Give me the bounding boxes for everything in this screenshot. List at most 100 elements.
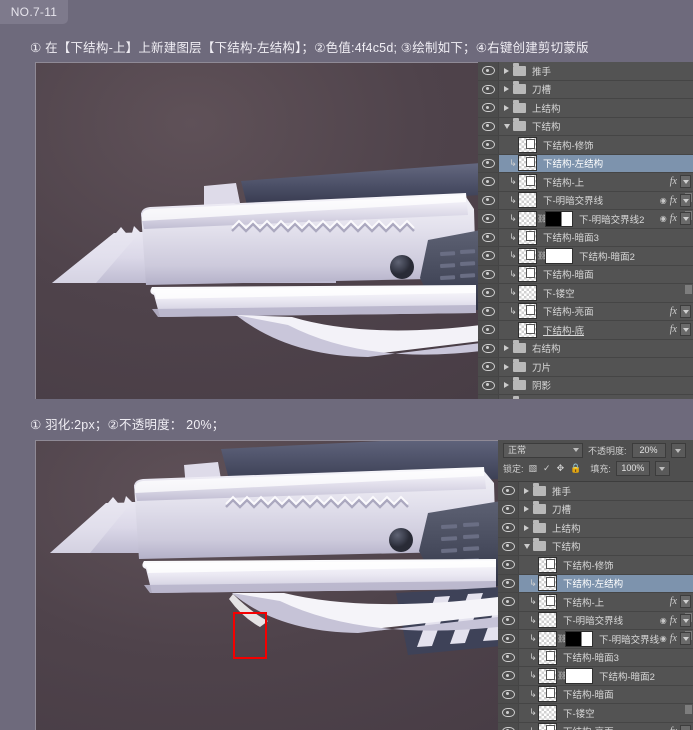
lock-fill-row[interactable]: 锁定: ▧ ✓ ✥ 🔒 填充: 100% [503,461,688,476]
layer-thumbnail[interactable] [538,649,557,666]
layer-row[interactable]: 刀片 [478,358,693,377]
layer-thumbnail[interactable] [538,704,557,721]
all-lock-icon[interactable]: 🔒 [570,463,581,474]
brush-lock-icon[interactable]: ✓ [543,463,551,474]
layer-visibility-toggle[interactable] [498,704,519,722]
fx-icon[interactable]: fx [670,306,677,317]
layer-mask-thumbnail[interactable] [545,247,573,264]
fx-icon[interactable]: fx [670,615,677,626]
effects-expand-caret-icon[interactable] [680,212,691,226]
layer-thumbnail[interactable] [538,612,557,629]
move-lock-icon[interactable]: ✥ [557,463,565,474]
layer-thumbnail[interactable] [518,303,537,320]
layer-visibility-toggle[interactable] [498,722,519,730]
layer-visibility-toggle[interactable] [478,62,499,80]
layer-effects-group[interactable]: fx [670,323,693,337]
layer-thumbnail[interactable] [518,136,537,153]
layer-row[interactable]: 下结构-修饰 [498,556,693,575]
layer-visibility-toggle[interactable] [478,117,499,135]
layer-visibility-toggle[interactable] [478,228,499,246]
layer-visibility-toggle[interactable] [478,191,499,209]
layer-visibility-toggle[interactable] [498,630,519,648]
layer-row[interactable]: ↳ 下结构-暗面 [498,685,693,704]
layer-mask-thumbnail[interactable] [565,630,593,647]
layer-thumbnail[interactable] [538,667,557,684]
effects-expand-caret-icon[interactable] [680,724,691,730]
effects-visibility-icon[interactable]: ◉ [660,196,667,205]
layer-visibility-toggle[interactable] [498,519,519,537]
fx-icon[interactable]: fx [670,324,677,335]
layer-effects-group[interactable]: ◉ fx [660,613,693,627]
fx-icon[interactable]: fx [670,176,677,187]
layer-options-bar[interactable]: 正常 不透明度: 20% 锁定: ▧ ✓ ✥ 🔒 填充: 100% [498,440,693,482]
chevron-right-icon[interactable] [502,382,511,389]
layer-row[interactable]: ↳ 下-明暗交界线 ◉ fx [478,191,693,210]
layers-panel-top[interactable]: 推手 刀槽 上结构 下结构 下结构-修饰 ↳ 下结构-左结构 ↳ 下结构-上 fx ↳ 下-明暗交界线… [478,62,693,399]
mask-link-icon[interactable]: ⛓ [557,671,567,680]
layers-list-bottom[interactable]: 推手 刀槽 上结构 下结构 下结构-修饰 ↳ 下结构-左结构 ↳ 下结构-上 fx ↳ 下-明暗交界线… [498,482,693,730]
layer-thumbnail[interactable] [538,686,557,703]
layer-row[interactable]: ↳ ⛓ 下结构-暗面2 [478,247,693,266]
chevron-right-icon[interactable] [522,506,531,513]
fx-icon[interactable]: fx [670,726,677,730]
layer-row[interactable]: ↳ ⛓ 下-明暗交界线2 ◉ fx [498,630,693,649]
layer-thumbnail[interactable] [518,155,537,172]
layer-effects-group[interactable]: fx [670,595,693,609]
layer-thumbnail[interactable] [518,266,537,283]
effects-visibility-icon[interactable]: ◉ [660,616,667,625]
layer-row[interactable]: ↳ ⛓ 下结构-暗面2 [498,667,693,686]
layer-row[interactable]: 下结构 [498,537,693,556]
layer-visibility-toggle[interactable] [478,173,499,191]
mask-link-icon[interactable]: ⛓ [557,634,567,643]
layer-row[interactable]: ↳ 下-明暗交界线 ◉ fx [498,611,693,630]
layer-thumbnail[interactable] [518,173,537,190]
layer-visibility-toggle[interactable] [498,500,519,518]
layer-visibility-toggle[interactable] [478,80,499,98]
layer-row[interactable]: ↳ 下结构-上 fx [498,593,693,612]
layer-row[interactable]: ↳ ⛓ 下-明暗交界线2 ◉ fx [478,210,693,229]
effects-expand-caret-icon[interactable] [680,613,691,627]
layer-visibility-toggle[interactable] [478,136,499,154]
layer-row[interactable]: 下结构 [478,117,693,136]
layers-list-top[interactable]: 推手 刀槽 上结构 下结构 下结构-修饰 ↳ 下结构-左结构 ↳ 下结构-上 fx ↳ 下-明暗交界线… [478,62,693,399]
layer-row[interactable]: ↳ 下结构-左结构 [498,574,693,593]
effects-expand-caret-icon[interactable] [680,632,691,646]
layer-row[interactable]: ↳ 下结构-亮面 fx [478,302,693,321]
layer-row[interactable]: ↳ 下结构-左结构 [478,154,693,173]
layer-row[interactable]: 下结构-修饰 [478,136,693,155]
fx-icon[interactable]: fx [670,195,677,206]
layer-row[interactable]: 上结构 [498,519,693,538]
layer-visibility-toggle[interactable] [478,395,499,399]
layer-thumbnail[interactable] [518,284,537,301]
layer-thumbnail[interactable] [518,210,537,227]
layer-thumbnail[interactable] [518,247,537,264]
layer-thumbnail[interactable] [538,593,557,610]
layer-row[interactable]: 推手 [498,482,693,501]
layer-visibility-toggle[interactable] [498,593,519,611]
layer-visibility-toggle[interactable] [478,210,499,228]
layer-row[interactable]: 阴影 [478,376,693,395]
chevron-down-icon[interactable] [502,123,511,129]
mask-link-icon[interactable]: ⛓ [537,251,547,260]
layer-row[interactable]: ↳ 下结构-上 fx [478,173,693,192]
layer-visibility-toggle[interactable] [478,154,499,172]
layer-visibility-toggle[interactable] [478,265,499,283]
chevron-right-icon[interactable] [522,487,531,494]
layer-effects-group[interactable]: fx [670,304,693,318]
fill-stepper[interactable] [654,461,670,476]
layer-visibility-toggle[interactable] [498,537,519,555]
transparency-lock-icon[interactable]: ▧ [529,463,538,474]
layers-panel-bottom[interactable]: 正常 不透明度: 20% 锁定: ▧ ✓ ✥ 🔒 填充: 100% 推手 刀槽 上结… [498,440,693,730]
lock-icon-group[interactable]: ▧ ✓ ✥ 🔒 [529,463,582,474]
layer-row[interactable]: 右结构 [478,339,693,358]
layer-visibility-toggle[interactable] [478,321,499,339]
chevron-right-icon[interactable] [502,86,511,93]
layer-row[interactable]: 上结构 [478,99,693,118]
layer-row[interactable]: ↳ 下-镂空 [478,284,693,303]
chevron-down-icon[interactable] [522,543,531,549]
effects-expand-caret-icon[interactable] [680,323,691,337]
layer-thumbnail[interactable] [518,192,537,209]
layer-thumbnail[interactable] [538,630,557,647]
layer-thumbnail[interactable] [518,229,537,246]
layer-visibility-toggle[interactable] [498,685,519,703]
